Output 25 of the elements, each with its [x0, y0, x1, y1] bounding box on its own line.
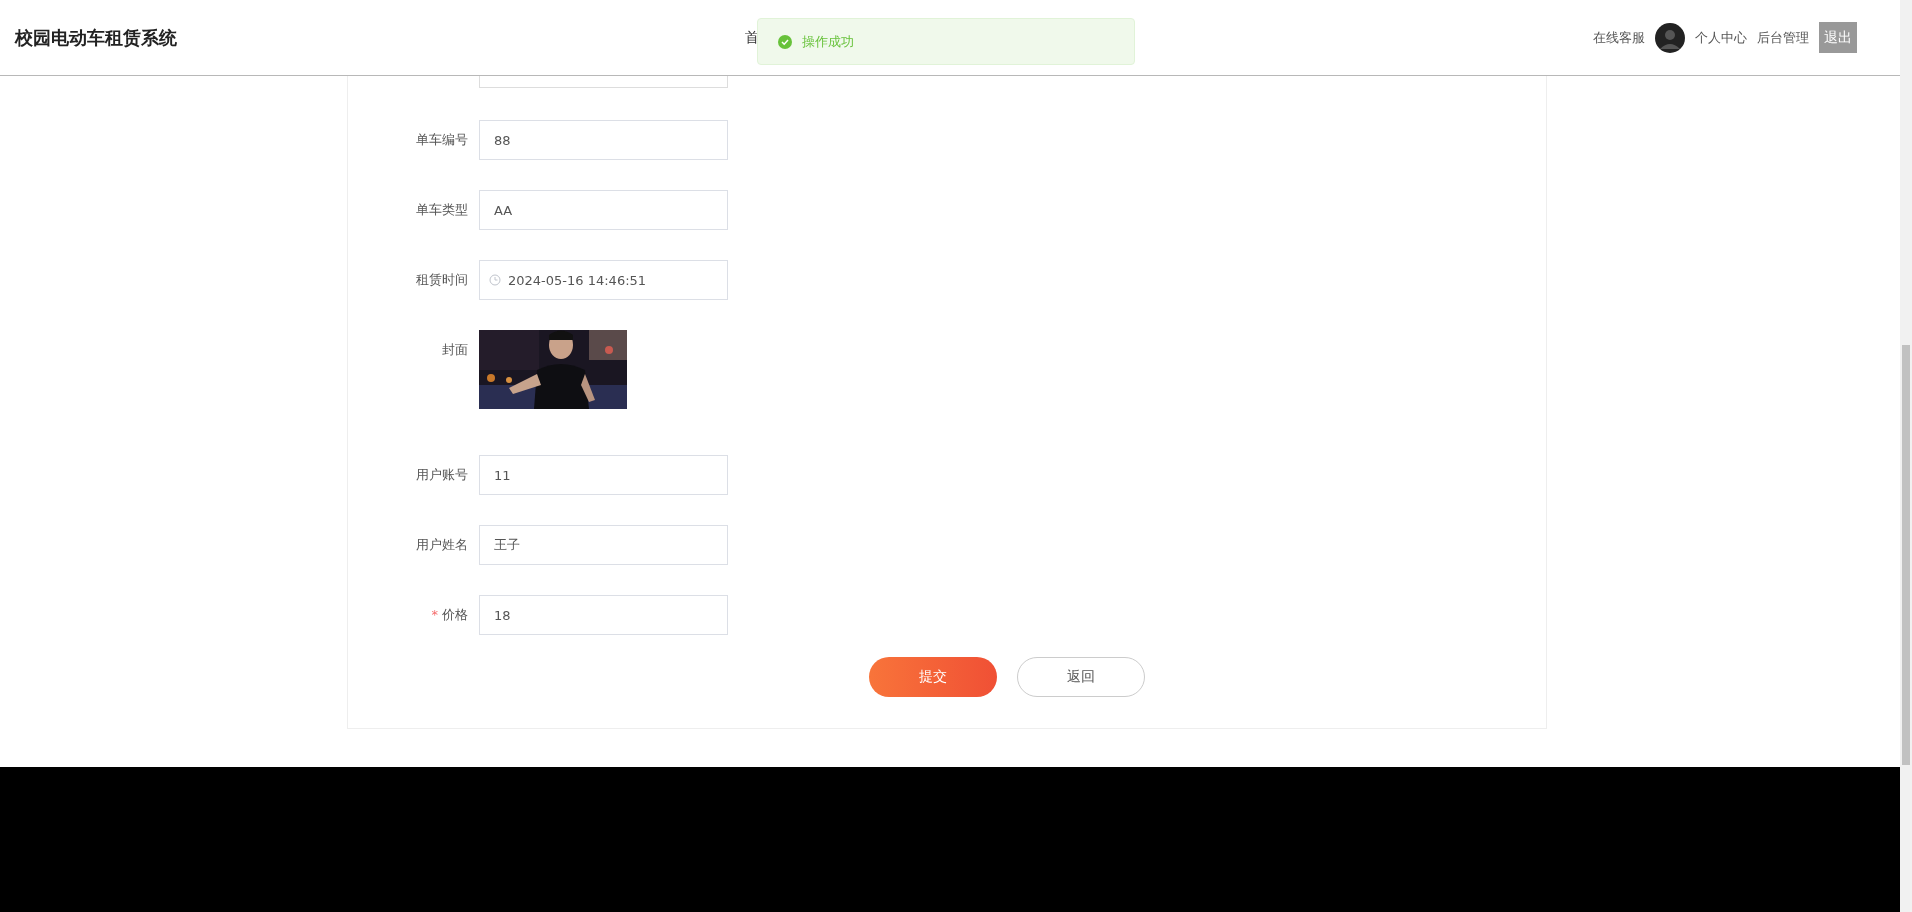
- field-label: 用户姓名: [415, 536, 468, 554]
- site-title: 校园电动车租赁系统: [15, 25, 177, 50]
- back-button[interactable]: 返回: [1017, 657, 1145, 697]
- toast-text: 操作成功: [802, 32, 854, 51]
- input-field[interactable]: 11: [479, 455, 728, 495]
- clock-icon: [489, 274, 501, 286]
- field-label: 单车类型: [415, 201, 468, 219]
- input-field[interactable]: AA: [479, 190, 728, 230]
- nav-link[interactable]: 首: [745, 28, 759, 47]
- scrollbar[interactable]: [1900, 0, 1912, 912]
- field-label: 单车编号: [415, 131, 468, 149]
- admin-link[interactable]: 后台管理: [1757, 28, 1809, 47]
- user-center-link[interactable]: 个人中心: [1695, 28, 1747, 47]
- input-field[interactable]: 88: [479, 120, 728, 160]
- avatar-icon[interactable]: [1655, 22, 1685, 53]
- date-time-field[interactable]: 2024-05-16 14:46:51: [479, 260, 728, 300]
- check-circle-icon: [778, 34, 792, 49]
- field-label: 用户账号: [415, 466, 468, 484]
- field-label: 封面: [441, 341, 468, 359]
- field-label: 租赁时间: [415, 271, 468, 289]
- field-label: * 价格: [430, 606, 468, 624]
- input-field[interactable]: 18: [479, 595, 728, 635]
- online-service-link[interactable]: 在线客服: [1593, 28, 1645, 47]
- input-field[interactable]: [479, 76, 728, 88]
- input-field[interactable]: 王子: [479, 525, 728, 565]
